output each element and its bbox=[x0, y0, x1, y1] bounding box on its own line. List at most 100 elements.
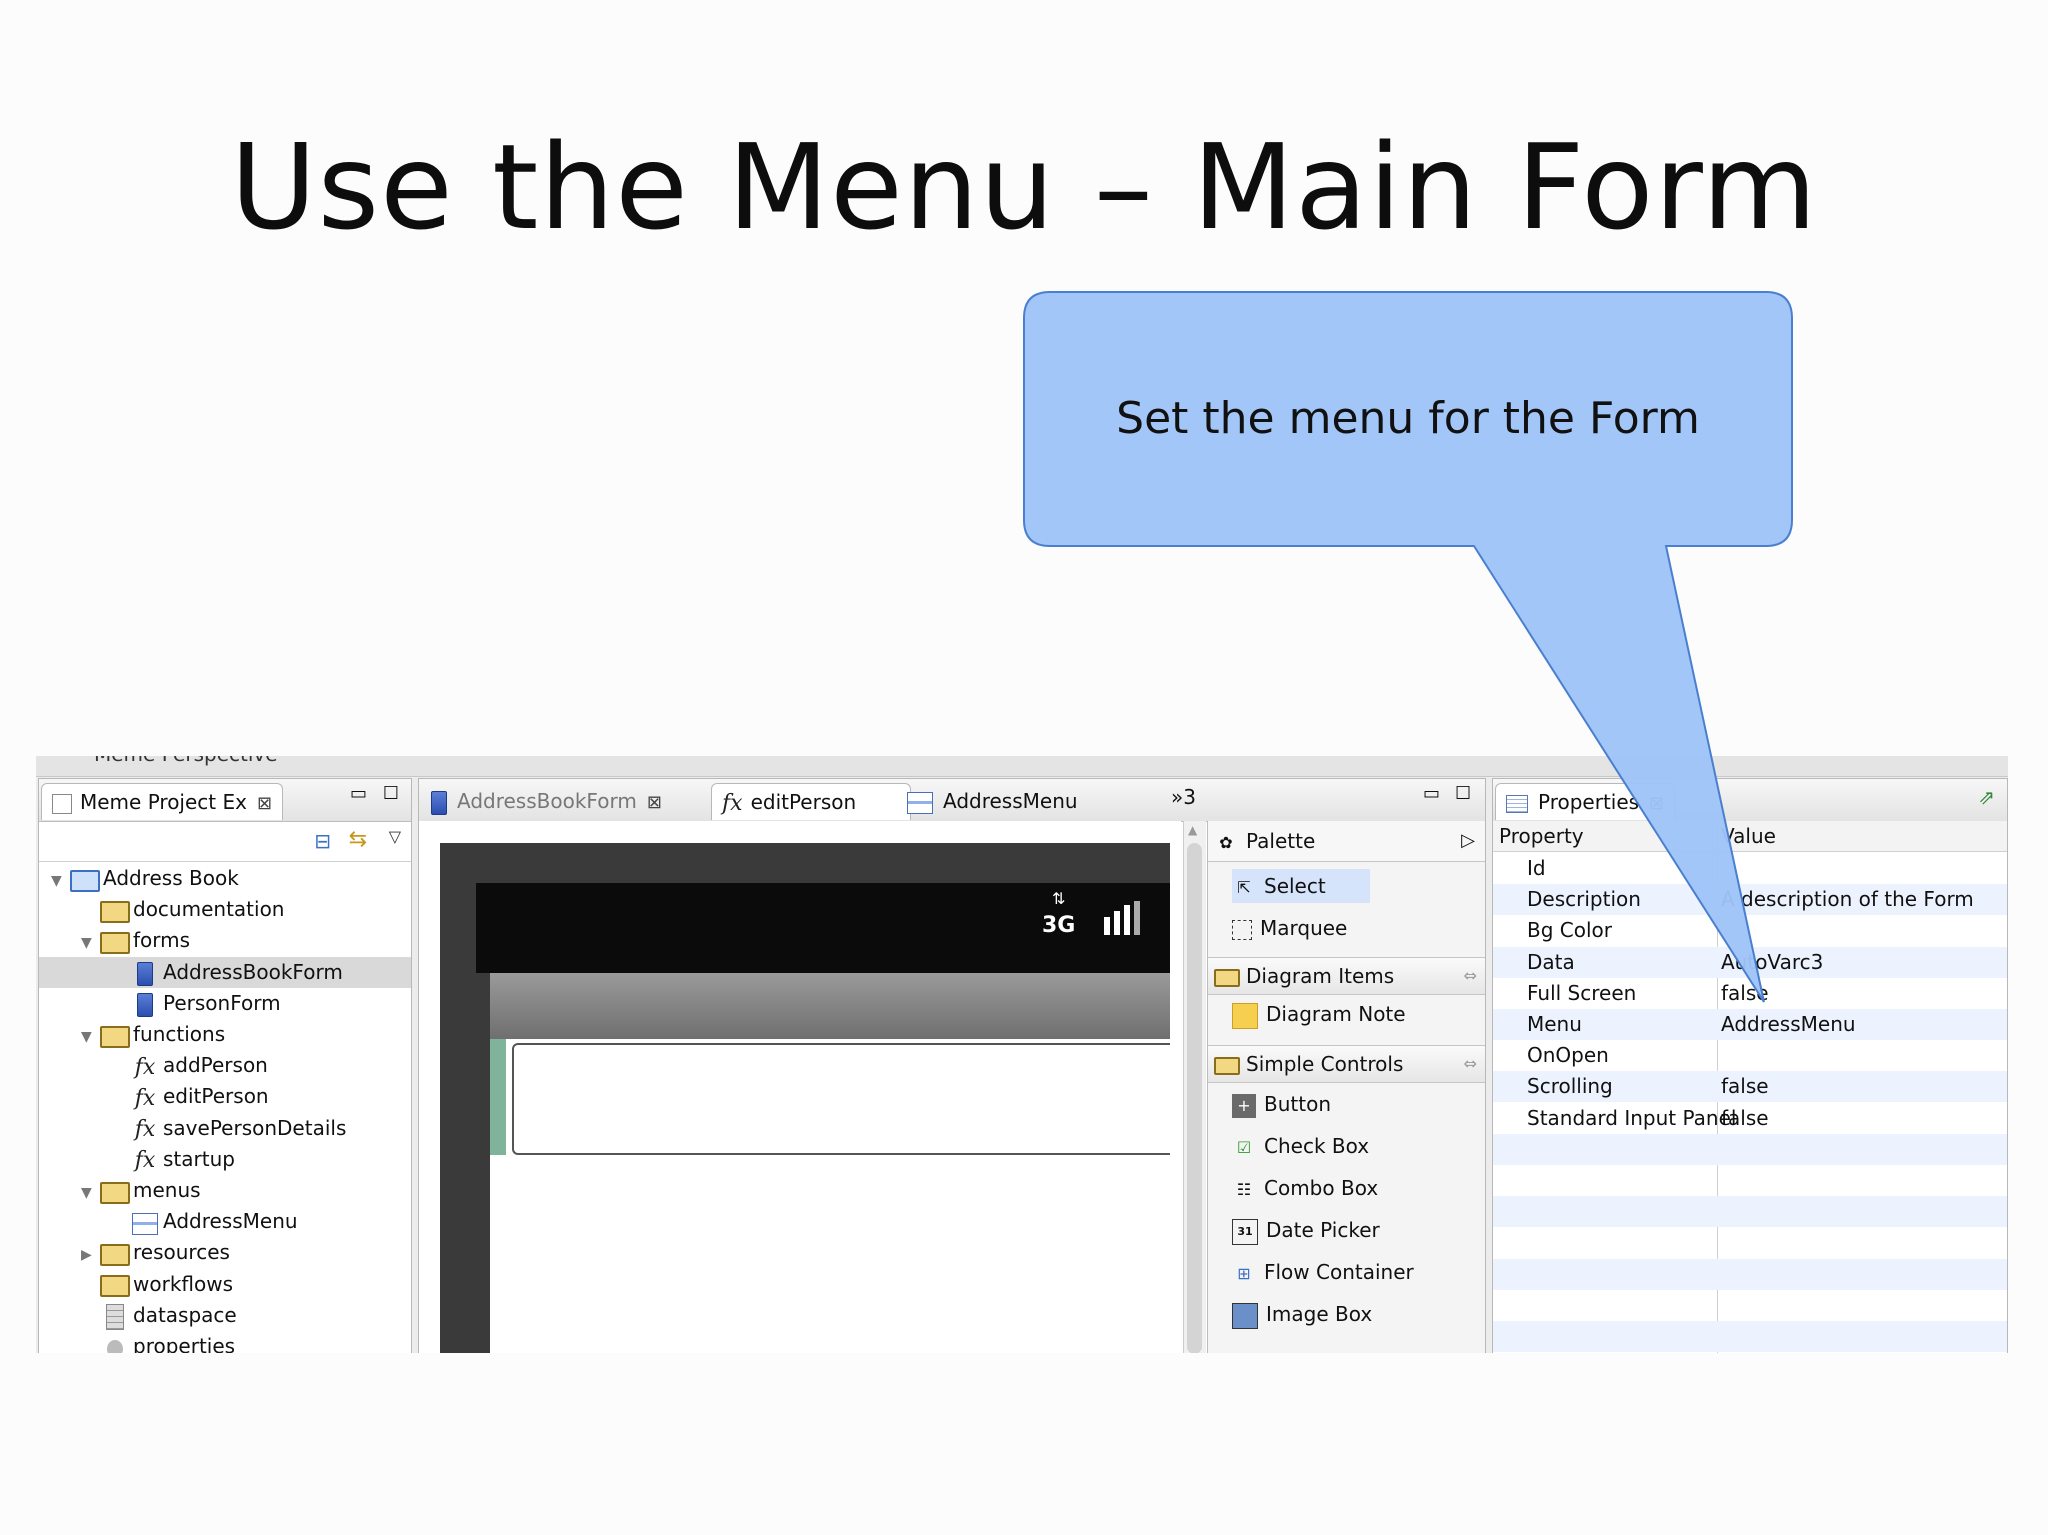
tree-item[interactable]: dataspace bbox=[39, 1300, 411, 1331]
tree-item-label: properties bbox=[133, 1334, 236, 1353]
property-name: Bg Color bbox=[1527, 918, 1612, 943]
tree-item[interactable]: fx editPerson bbox=[39, 1081, 411, 1112]
property-row[interactable]: Standard Input Panel false bbox=[1493, 1103, 2007, 1134]
tree-item[interactable]: AddressMenu bbox=[39, 1206, 411, 1237]
property-value[interactable]: A description of the Form bbox=[1721, 884, 1974, 915]
menu-icon bbox=[132, 1212, 158, 1235]
function-icon: fx bbox=[134, 1148, 156, 1174]
palette-item-diagram-note[interactable]: Diagram Note bbox=[1232, 997, 1406, 1031]
database-icon bbox=[106, 1304, 124, 1331]
pin-view-icon[interactable]: ⇗ bbox=[1978, 785, 1995, 809]
property-value[interactable]: AddressMenu bbox=[1721, 1009, 1856, 1040]
folder-icon bbox=[100, 1181, 130, 1204]
explorer-tabbar: Meme Project Ex ⊠ ▭ ☐ bbox=[39, 779, 411, 822]
properties-icon bbox=[1506, 794, 1528, 813]
tab-editperson[interactable]: fx editPerson bbox=[711, 783, 911, 820]
tree-item[interactable]: ▼ Address Book bbox=[39, 863, 411, 894]
palette-item-check-box[interactable]: ☑ Check Box bbox=[1232, 1129, 1369, 1163]
tree-item-label: forms bbox=[133, 928, 191, 953]
item-label: Date Picker bbox=[1266, 1218, 1380, 1242]
form-panel-placeholder[interactable] bbox=[512, 1043, 1170, 1155]
tree-item[interactable]: ▼ menus bbox=[39, 1175, 411, 1206]
scrollbar-thumb[interactable] bbox=[1187, 843, 1202, 1353]
close-icon[interactable]: ⊠ bbox=[647, 792, 662, 813]
palette-item-flow-container[interactable]: ⊞ Flow Container bbox=[1232, 1255, 1413, 1289]
property-row[interactable]: Bg Color bbox=[1493, 915, 2007, 946]
property-value[interactable]: false bbox=[1721, 1071, 1769, 1102]
property-row[interactable]: OnOpen bbox=[1493, 1040, 2007, 1071]
tree-item[interactable]: fx addPerson bbox=[39, 1050, 411, 1081]
palette-item-date-picker[interactable]: 31 Date Picker bbox=[1232, 1213, 1380, 1247]
tree-item[interactable]: fx savePersonDetails bbox=[39, 1113, 411, 1144]
tree-item[interactable]: ▶ resources bbox=[39, 1237, 411, 1268]
tab-addressmenu[interactable]: AddressMenu bbox=[897, 783, 1088, 819]
view-menu-icon[interactable]: ▽ bbox=[389, 827, 401, 846]
empty-row bbox=[1493, 1227, 2007, 1258]
property-name: Standard Input Panel bbox=[1527, 1105, 1737, 1130]
property-row[interactable]: Data AutoVarc3 bbox=[1493, 946, 2007, 978]
perspective-label[interactable]: Meme Perspective bbox=[94, 756, 278, 766]
empty-row bbox=[1493, 1133, 2007, 1165]
collapse-arrow-icon[interactable]: ▶ bbox=[81, 1240, 97, 1271]
tree-item[interactable]: properties bbox=[39, 1331, 411, 1353]
tab-overflow-button[interactable]: »3 bbox=[1171, 785, 1196, 809]
close-icon[interactable]: ⊠ bbox=[257, 793, 272, 814]
flow-container-icon: ⊞ bbox=[1237, 1263, 1251, 1283]
expand-arrow-icon[interactable]: ▼ bbox=[81, 928, 97, 959]
item-label: Button bbox=[1264, 1092, 1331, 1116]
property-row[interactable]: Scrolling false bbox=[1493, 1071, 2007, 1103]
tab-addressbookform[interactable]: AddressBookForm ⊠ bbox=[421, 783, 672, 819]
property-row[interactable]: Id bbox=[1493, 853, 2007, 884]
expand-arrow-icon[interactable]: ▼ bbox=[81, 1022, 97, 1053]
tree-item[interactable]: workflows bbox=[39, 1269, 411, 1300]
palette-collapse-icon[interactable]: ▷ bbox=[1461, 821, 1475, 861]
tree-item[interactable]: documentation bbox=[39, 894, 411, 925]
tab-project-explorer[interactable]: Meme Project Ex ⊠ bbox=[41, 783, 284, 820]
palette-marquee-tool[interactable]: Marquee bbox=[1232, 911, 1347, 945]
collapse-all-icon[interactable]: ⊟ bbox=[314, 829, 331, 853]
property-value[interactable]: AutoVarc3 bbox=[1721, 947, 1823, 978]
tab-properties[interactable]: Properties ⊠ bbox=[1495, 783, 1676, 820]
form-icon bbox=[137, 993, 153, 1018]
palette-group-simple-controls[interactable]: Simple Controls ⇔ bbox=[1208, 1045, 1485, 1083]
maximize-icon[interactable]: ☐ bbox=[1455, 783, 1471, 804]
maximize-icon[interactable]: ☐ bbox=[383, 783, 399, 804]
tree-item[interactable]: ▼ forms bbox=[39, 925, 411, 956]
column-header-value[interactable]: Value bbox=[1721, 821, 1776, 851]
tree-item[interactable]: PersonForm bbox=[39, 988, 411, 1019]
function-icon: fx bbox=[134, 1117, 156, 1143]
property-row[interactable]: Menu AddressMenu bbox=[1493, 1009, 2007, 1040]
property-row[interactable]: Full Screen false bbox=[1493, 978, 2007, 1009]
tool-label: Select bbox=[1264, 874, 1326, 898]
tree-item[interactable]: fx startup bbox=[39, 1144, 411, 1175]
property-value[interactable]: false bbox=[1721, 978, 1769, 1009]
palette-item-combo-box[interactable]: ☷ Combo Box bbox=[1232, 1171, 1378, 1205]
pin-icon[interactable]: ⇔ bbox=[1464, 1046, 1477, 1082]
column-header-property[interactable]: Property bbox=[1499, 821, 1584, 851]
tree-item[interactable]: AddressBookForm bbox=[39, 956, 411, 988]
expand-arrow-icon[interactable]: ▼ bbox=[51, 866, 67, 897]
palette-item-image-box[interactable]: Image Box bbox=[1232, 1297, 1372, 1331]
palette-item-button[interactable]: + Button bbox=[1232, 1087, 1331, 1121]
data-transfer-icon: ⇅ bbox=[1052, 889, 1066, 908]
scroll-up-icon[interactable]: ▲ bbox=[1188, 823, 1197, 837]
link-editor-icon[interactable]: ⇆ bbox=[349, 827, 367, 852]
pin-icon[interactable]: ⇔ bbox=[1464, 958, 1477, 994]
group-label: Simple Controls bbox=[1246, 1052, 1404, 1076]
palette-select-tool[interactable]: ⇱ Select bbox=[1232, 869, 1370, 903]
minimize-icon[interactable]: ▭ bbox=[350, 783, 367, 804]
close-icon[interactable]: ⊠ bbox=[1649, 793, 1664, 814]
property-value[interactable]: false bbox=[1721, 1103, 1769, 1134]
tree-item-label: functions bbox=[133, 1022, 226, 1046]
property-name: Id bbox=[1527, 856, 1546, 880]
selection-marker bbox=[490, 1039, 506, 1155]
form-designer-canvas[interactable]: 3G ⇅ bbox=[419, 821, 1181, 1353]
item-label: Check Box bbox=[1264, 1134, 1370, 1158]
canvas-scrollbar[interactable]: ▲ bbox=[1183, 821, 1206, 1353]
property-row[interactable]: Description A description of the Form bbox=[1493, 884, 2007, 916]
tree-item[interactable]: ▼ functions bbox=[39, 1019, 411, 1050]
expand-arrow-icon[interactable]: ▼ bbox=[81, 1178, 97, 1209]
palette-group-diagram-items[interactable]: Diagram Items ⇔ bbox=[1208, 957, 1485, 995]
minimize-icon[interactable]: ▭ bbox=[1423, 783, 1440, 804]
tree-item-label: workflows bbox=[133, 1271, 234, 1296]
